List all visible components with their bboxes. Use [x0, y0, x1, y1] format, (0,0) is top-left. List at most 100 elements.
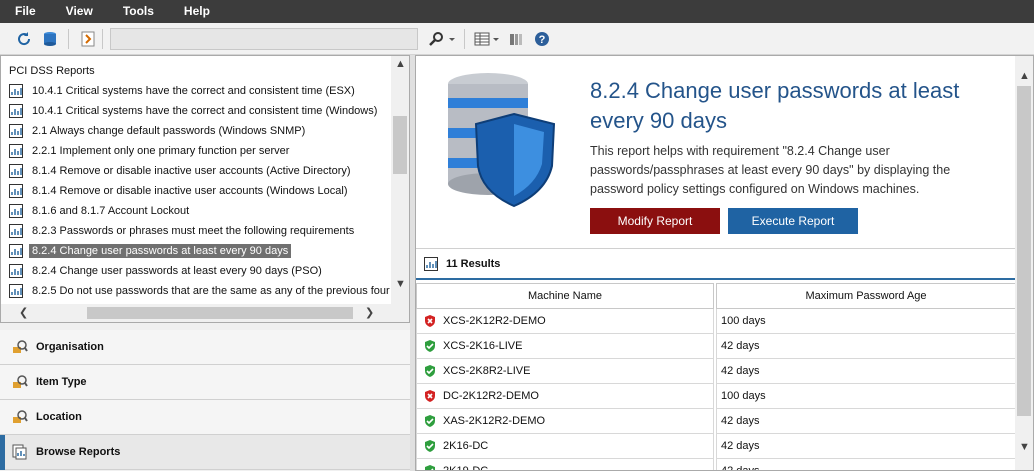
menu-file[interactable]: File	[0, 0, 51, 23]
detail-scroll-down-icon[interactable]: ▼	[1019, 441, 1030, 453]
tree-item-label: 10.4.1 Critical systems have the correct…	[32, 85, 355, 97]
tree-item-label: 8.2.5 Do not use passwords that are the …	[32, 285, 390, 297]
cell-machine-name: XCS-2K12R2-DEMO	[416, 309, 714, 334]
menu-view[interactable]: View	[51, 0, 108, 23]
machine-name-text: XAS-2K12R2-DEMO	[443, 415, 546, 427]
table-row[interactable]: XAS-2K12R2-DEMO 42 days	[416, 409, 1016, 434]
nav-browse-reports-label: Browse Reports	[36, 446, 121, 458]
report-title: 8.2.4 Change user passwords at least eve…	[590, 78, 960, 133]
help-icon[interactable]: ?	[532, 29, 552, 49]
tree-vertical-scrollbar[interactable]: ▲ ▼	[391, 56, 409, 306]
machine-name-text: DC-2K12R2-DEMO	[443, 390, 539, 402]
nav-location-label: Location	[36, 411, 82, 423]
toolbar: ?	[0, 23, 1034, 55]
tree-scroll-thumb[interactable]	[393, 116, 407, 174]
report-icon	[9, 84, 23, 98]
browse-reports-icon	[12, 444, 27, 460]
tree-item[interactable]: 2.1 Always change default passwords (Win…	[9, 122, 308, 140]
menu-tools[interactable]: Tools	[108, 0, 169, 23]
tree-item[interactable]: 8.1.4 Remove or disable inactive user ac…	[9, 162, 354, 180]
menu-help[interactable]: Help	[169, 0, 225, 23]
report-chart-icon	[424, 256, 438, 271]
results-header: 11 Results	[416, 248, 1016, 280]
fail-shield-icon	[425, 390, 435, 402]
scroll-up-icon[interactable]: ▲	[395, 58, 406, 70]
results-count: 11 Results	[446, 257, 501, 270]
nav-organisation[interactable]: Organisation	[0, 330, 410, 365]
grid-dropdown-icon[interactable]	[490, 29, 502, 49]
pass-shield-icon	[425, 365, 435, 377]
report-icon	[9, 164, 23, 178]
organisation-search-icon	[13, 340, 28, 353]
scroll-left-icon[interactable]: ❮	[19, 306, 28, 319]
table-row[interactable]: XCS-2K16-LIVE 42 days	[416, 334, 1016, 359]
machine-name-text: 2K16-DC	[443, 440, 489, 452]
report-icon	[9, 204, 23, 218]
report-icon	[9, 124, 23, 138]
cell-max-password-age: 100 days	[716, 384, 1016, 409]
tree-item[interactable]: 8.2.4 Change user passwords at least eve…	[9, 242, 292, 260]
machine-name-text: 2K19-DC	[443, 465, 489, 471]
report-icon	[9, 264, 23, 278]
modify-report-button[interactable]: Modify Report	[590, 208, 720, 234]
nav-browse-reports[interactable]: Browse Reports	[0, 435, 410, 470]
tree-item[interactable]: 8.1.6 and 8.1.7 Account Lockout	[9, 202, 192, 220]
tree-item-label: 8.1.6 and 8.1.7 Account Lockout	[32, 205, 190, 217]
location-search-icon	[13, 410, 28, 423]
machine-name-text: XCS-2K8R2-LIVE	[443, 365, 531, 377]
pass-shield-icon	[425, 440, 435, 452]
scroll-down-icon[interactable]: ▼	[395, 278, 406, 290]
detail-scroll-up-icon[interactable]: ▲	[1019, 70, 1030, 82]
toolbar-separator	[464, 29, 465, 49]
tree-item[interactable]: 10.4.1 Critical systems have the correct…	[9, 82, 358, 100]
search-dropdown-icon[interactable]	[446, 29, 458, 49]
tree-item[interactable]: 8.2.3 Passwords or phrases must meet the…	[9, 222, 357, 240]
report-icon	[9, 144, 23, 158]
grid-view-icon[interactable]	[472, 29, 492, 49]
search-input[interactable]	[110, 28, 418, 50]
pass-shield-icon	[425, 340, 435, 352]
toolbar-separator	[102, 29, 103, 49]
report-flag-icon[interactable]	[78, 29, 98, 49]
table-row[interactable]: DC-2K12R2-DEMO 100 days	[416, 384, 1016, 409]
database-icon[interactable]	[40, 29, 60, 49]
tree-horizontal-scrollbar[interactable]: ❮ ❯	[1, 304, 409, 322]
refresh-icon[interactable]	[14, 29, 34, 49]
search-icon[interactable]	[426, 29, 446, 49]
tree-item-label: 8.2.4 Change user passwords at least eve…	[32, 265, 322, 277]
nav-item-type[interactable]: Item Type	[0, 365, 410, 400]
table-row[interactable]: XCS-2K8R2-LIVE 42 days	[416, 359, 1016, 384]
table-row[interactable]: XCS-2K12R2-DEMO 100 days	[416, 309, 1016, 334]
tree-root-label[interactable]: PCI DSS Reports	[9, 65, 95, 77]
tree-item[interactable]: 8.2.5 Do not use passwords that are the …	[9, 282, 393, 300]
report-tree: PCI DSS Reports 10.4.1 Critical systems …	[0, 55, 410, 323]
tree-item-label: 8.1.4 Remove or disable inactive user ac…	[32, 185, 348, 197]
item-type-search-icon	[13, 375, 28, 388]
cell-machine-name: XCS-2K8R2-LIVE	[416, 359, 714, 384]
columns-icon[interactable]	[506, 29, 526, 49]
detail-scroll-thumb[interactable]	[1017, 86, 1031, 416]
nav-location[interactable]: Location	[0, 400, 410, 435]
tree-hscroll-thumb[interactable]	[87, 307, 353, 319]
cell-max-password-age: 42 days	[716, 359, 1016, 384]
table-row[interactable]: 2K19-DC 42 days	[416, 459, 1016, 471]
nav-organisation-label: Organisation	[36, 341, 104, 353]
toolbar-separator	[68, 29, 69, 49]
column-header-machine-name[interactable]: Machine Name	[416, 283, 714, 309]
table-row[interactable]: 2K16-DC 42 days	[416, 434, 1016, 459]
detail-vertical-scrollbar[interactable]: ▲ ▼	[1015, 56, 1033, 470]
tree-item[interactable]: 10.4.1 Critical systems have the correct…	[9, 102, 380, 120]
tree-item-label: 2.1 Always change default passwords (Win…	[32, 125, 306, 137]
cell-machine-name: 2K19-DC	[416, 459, 714, 471]
report-icon	[9, 284, 23, 298]
tree-item[interactable]: 2.2.1 Implement only one primary functio…	[9, 142, 292, 160]
tree-item[interactable]: 8.1.4 Remove or disable inactive user ac…	[9, 182, 350, 200]
scroll-right-icon[interactable]: ❯	[365, 306, 374, 319]
tree-item-label: 10.4.1 Critical systems have the correct…	[32, 105, 378, 117]
execute-report-button[interactable]: Execute Report	[728, 208, 858, 234]
cell-max-password-age: 42 days	[716, 409, 1016, 434]
column-header-max-password-age[interactable]: Maximum Password Age	[716, 283, 1016, 309]
tree-item[interactable]: 8.2.4 Change user passwords at least eve…	[9, 262, 325, 280]
report-icon	[9, 224, 23, 238]
machine-name-text: XCS-2K16-LIVE	[443, 340, 523, 352]
